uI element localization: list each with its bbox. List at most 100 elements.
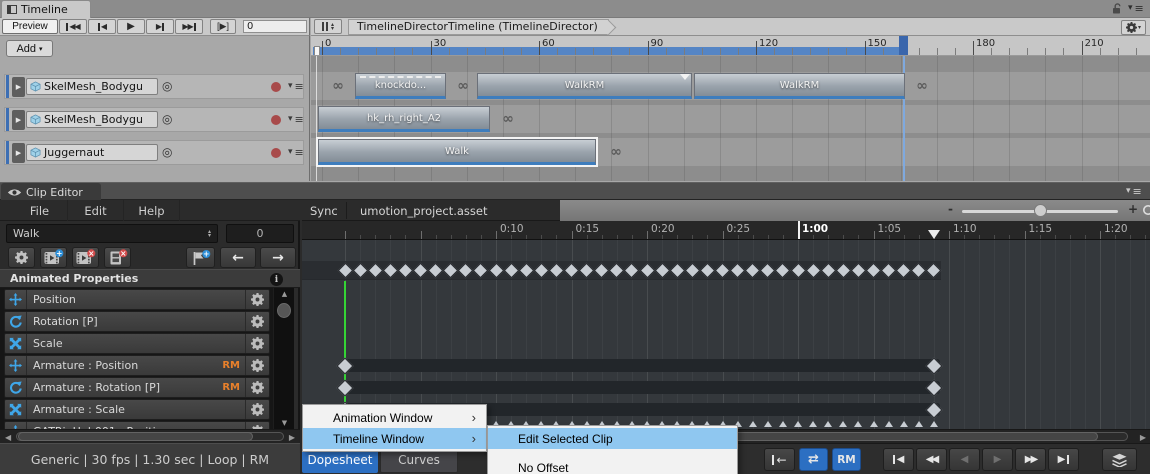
magnifier-icon[interactable] (1142, 204, 1150, 218)
track-menu-icon[interactable]: ▾≡ (288, 82, 304, 91)
first-frame-button[interactable]: ◀ (883, 448, 914, 471)
last-frame-button[interactable]: ▶ (1048, 448, 1079, 471)
add-clip-button[interactable]: + (40, 247, 67, 268)
track-target-icon[interactable]: ◎ (162, 79, 172, 93)
timeline-ruler[interactable]: 0306090120150180210 (311, 36, 1150, 56)
animated-property-row[interactable]: Armature : Rotation [P]RM (4, 377, 270, 398)
animated-property-row[interactable]: GATRigHub001 : Position (4, 421, 270, 429)
record-dot[interactable] (271, 115, 281, 125)
menu-item-animation-window[interactable]: Animation Window› (303, 407, 486, 428)
next-frame-button[interactable]: → (260, 247, 296, 268)
property-gear-button[interactable] (245, 312, 269, 331)
track-foldout-button[interactable]: ▶ (12, 110, 25, 130)
scroll-right-icon[interactable]: ▶ (289, 433, 295, 442)
clip-end-marker[interactable] (928, 230, 940, 239)
property-gear-button[interactable] (245, 290, 269, 309)
keyframe-marker[interactable] (824, 421, 832, 427)
clip-select-dropdown[interactable]: Walk ▴▾ (6, 224, 218, 243)
property-gear-button[interactable] (245, 422, 269, 429)
record-dot[interactable] (271, 82, 281, 92)
keyframe-marker[interactable] (764, 421, 772, 427)
property-gear-button[interactable] (245, 400, 269, 419)
timeline-clip[interactable]: hk_rh_right_A2 (318, 106, 490, 132)
clip-settings-gear-button[interactable] (8, 247, 35, 268)
keyframe-marker[interactable] (779, 421, 787, 427)
properties-vertical-scrollbar[interactable]: ▲ ▼ (273, 288, 294, 429)
keyframe-marker[interactable] (794, 421, 802, 427)
timeline-clip[interactable]: Walk (318, 139, 596, 165)
scroll-right-icon[interactable]: ▶ (1140, 433, 1146, 442)
tab-timeline[interactable]: Timeline (1, 0, 91, 18)
scrollbar-thumb[interactable] (277, 303, 291, 318)
record-dot[interactable] (271, 148, 281, 158)
track-foldout-button[interactable]: ▶ (12, 143, 25, 163)
track-object-field[interactable]: Juggernaut (26, 144, 158, 161)
dopesheet-ruler[interactable]: 0:100:150:200:251:001:051:101:151:20 (302, 221, 1150, 240)
track-object-field[interactable]: SkelMesh_Bodygu (26, 78, 158, 95)
previous-frame-button[interactable]: ← (220, 247, 256, 268)
sync-menu[interactable]: Sync (310, 200, 338, 221)
next-keyframe-button[interactable]: ▶▶ (1015, 448, 1046, 471)
menu-file[interactable]: File (12, 200, 68, 221)
keyframe-marker[interactable] (885, 421, 893, 427)
play-range-button[interactable]: [▶] (210, 19, 236, 34)
scrollbar-thumb[interactable] (18, 432, 253, 441)
animated-property-row[interactable]: Armature : PositionRM (4, 355, 270, 376)
menu-item-timeline-window[interactable]: Timeline Window› (303, 428, 486, 449)
menu-edit[interactable]: Edit (68, 200, 124, 221)
keyframe-marker[interactable] (915, 421, 923, 427)
keyframe-marker[interactable] (870, 421, 878, 427)
breadcrumb[interactable]: TimelineDirectorTimeline (TimelineDirect… (348, 19, 609, 35)
scroll-down-icon[interactable]: ▼ (274, 419, 295, 427)
keyframe-marker[interactable] (749, 421, 757, 427)
add-track-button[interactable]: Add ▾ (6, 40, 53, 57)
next-frame-button[interactable]: ▶ (146, 19, 174, 34)
keyframe-marker[interactable] (839, 421, 847, 427)
clear-clip-button[interactable]: × (104, 247, 131, 268)
remove-clip-button[interactable]: × (72, 247, 99, 268)
animation-layers-button[interactable] (1102, 448, 1137, 471)
settings-gear-button[interactable]: ▾ (1121, 20, 1146, 35)
lock-icon[interactable] (1112, 3, 1123, 15)
zoom-in-button[interactable]: + (1128, 202, 1138, 216)
timeline-clip[interactable]: WalkRM (477, 73, 692, 99)
clip-frame-field[interactable]: 0 (226, 224, 294, 243)
animated-property-row[interactable]: Scale (4, 333, 270, 354)
keyframe-marker[interactable] (854, 421, 862, 427)
play-button[interactable]: ▶ (117, 19, 145, 34)
preview-button[interactable]: Preview (2, 19, 58, 34)
timeline-frame-field[interactable]: 0 (243, 20, 307, 33)
property-gear-button[interactable] (245, 334, 269, 353)
clip-editor-pane-menu-icon[interactable]: ▾≡ (1126, 187, 1142, 196)
track-menu-icon[interactable]: ▾≡ (288, 115, 304, 124)
add-event-button[interactable]: + (186, 247, 215, 268)
play-forwards-button[interactable]: ▶ (982, 448, 1013, 471)
track-target-icon[interactable]: ◎ (162, 145, 172, 159)
previous-keyframe-button[interactable]: ◀◀ (916, 448, 947, 471)
menu-help[interactable]: Help (124, 200, 180, 221)
tab-clip-editor[interactable]: Clip Editor (1, 183, 101, 201)
property-gear-button[interactable] (245, 356, 269, 375)
track-target-icon[interactable]: ◎ (162, 112, 172, 126)
property-key-range-bar[interactable] (343, 381, 940, 394)
property-gear-button[interactable] (245, 378, 269, 397)
property-key-range-bar[interactable] (343, 359, 940, 372)
track-foldout-button[interactable]: ▶ (12, 77, 25, 97)
goto-end-button[interactable]: ▶▶ (175, 19, 203, 34)
track-menu-icon[interactable]: ▾≡ (288, 148, 304, 157)
timeline-playhead-flag[interactable] (314, 46, 320, 56)
root-motion-toggle[interactable]: RM (832, 448, 861, 471)
zoom-slider-thumb[interactable] (1034, 204, 1047, 217)
timeline-options-button[interactable]: ▴▾ (314, 19, 342, 34)
zoom-out-button[interactable]: - (948, 202, 953, 216)
timeline-end-marker[interactable] (899, 36, 908, 56)
animated-property-row[interactable]: Position (4, 289, 270, 310)
track-object-field[interactable]: SkelMesh_Bodygu (26, 111, 158, 128)
scroll-left-icon[interactable]: ◀ (5, 433, 11, 442)
loop-playback-toggle[interactable]: ⇄ (799, 448, 828, 471)
properties-horizontal-scrollbar[interactable]: ◀ ▶ (0, 429, 300, 443)
pane-menu-icon[interactable]: ▾≡ (1128, 4, 1144, 13)
keyframe-marker[interactable] (930, 421, 938, 427)
timeline-clip[interactable]: knockdo... (355, 73, 446, 99)
jump-to-clip-start-button[interactable]: ← (764, 448, 795, 471)
